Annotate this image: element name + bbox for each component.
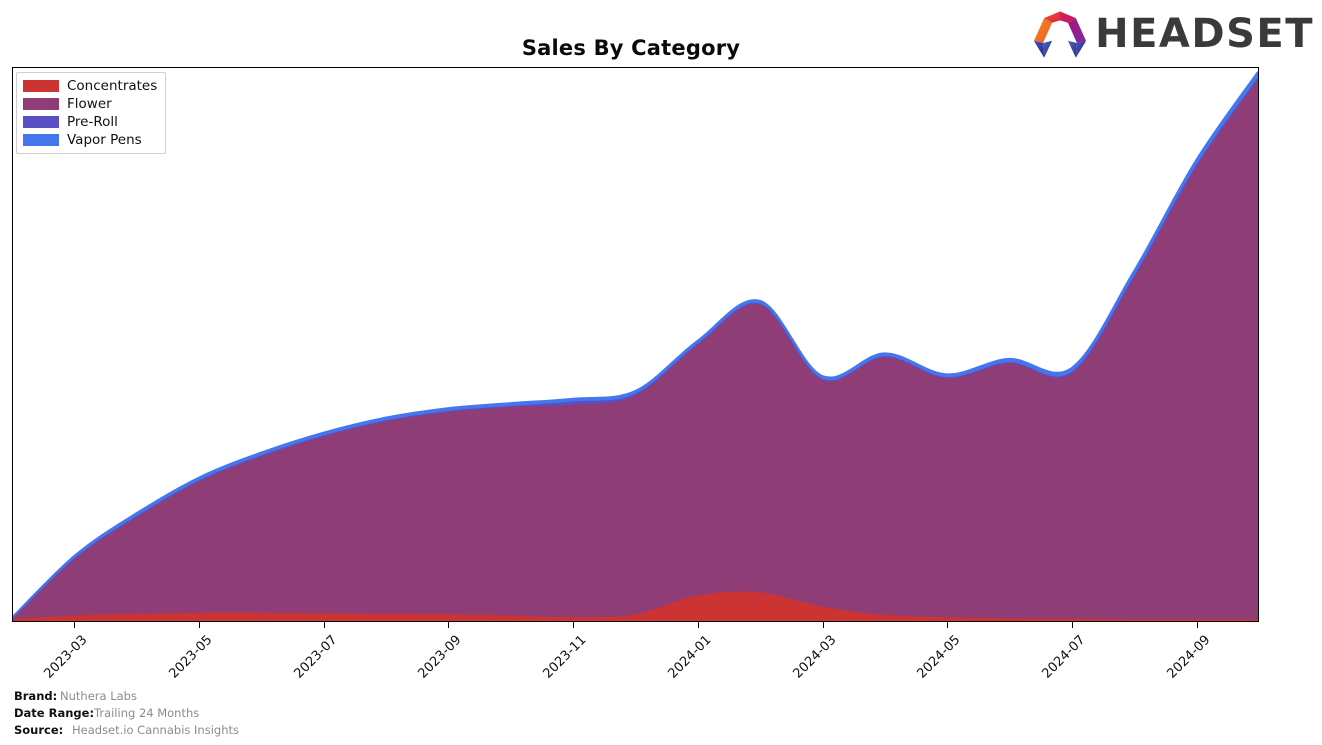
x-tick-label: 2024-05	[914, 632, 964, 682]
x-tick-label: 2023-03	[41, 632, 91, 682]
chart-footer: Brand: Nuthera Labs Date Range: Trailing…	[14, 688, 239, 739]
x-tick-label: 2024-09	[1164, 632, 1214, 682]
x-tick-label: 2024-03	[790, 632, 840, 682]
x-tick-label: 2023-09	[415, 632, 465, 682]
legend-item[interactable]: Pre-Roll	[23, 113, 157, 130]
x-axis: 2023-03 2023-05 2023-07 2023-09 2023-11 2024-…	[0, 622, 1322, 692]
x-tick-mark	[947, 622, 949, 628]
footer-row-source: Source: Headset.io Cannabis Insights	[14, 722, 239, 739]
footer-label-source: Source:	[14, 723, 64, 737]
footer-value-source: Headset.io Cannabis Insights	[72, 723, 239, 737]
footer-row-date-range: Date Range: Trailing 24 Months	[14, 705, 239, 722]
footer-label-brand: Brand:	[14, 689, 58, 703]
legend-item[interactable]: Vapor Pens	[23, 131, 157, 148]
footer-value-date-range: Trailing 24 Months	[94, 706, 200, 720]
footer-value-brand: Nuthera Labs	[60, 689, 137, 703]
x-tick-mark	[573, 622, 575, 628]
headset-wordmark: HEADSET	[1095, 11, 1314, 57]
x-tick-mark	[199, 622, 201, 628]
footer-row-brand: Brand: Nuthera Labs	[14, 688, 239, 705]
footer-label-date-range: Date Range:	[14, 706, 95, 720]
x-tick-mark	[1196, 622, 1198, 628]
legend-swatch-icon	[23, 133, 59, 146]
x-tick-label: 2024-07	[1039, 632, 1089, 682]
x-tick-mark	[74, 622, 76, 628]
legend-item-label: Concentrates	[67, 78, 158, 94]
x-tick-mark	[822, 622, 824, 628]
legend-item[interactable]: Concentrates	[23, 79, 157, 94]
x-tick-mark	[323, 622, 325, 628]
legend-item[interactable]: Flower	[23, 95, 157, 112]
area-series-flower	[13, 77, 1258, 620]
x-tick-label: 2023-11	[540, 632, 590, 682]
legend-item-label: Pre-Roll	[67, 113, 118, 130]
plot-area	[12, 67, 1259, 622]
headset-logo: HEADSET	[1031, 8, 1314, 60]
x-tick-label: 2023-07	[291, 632, 341, 682]
stacked-area-chart	[13, 68, 1258, 621]
headset-horseshoe-icon	[1034, 11, 1087, 58]
chart-legend: Concentrates Flower Pre-Roll Vapor Pens	[16, 72, 167, 155]
legend-swatch-icon	[23, 80, 59, 93]
x-tick-label: 2024-01	[665, 632, 715, 682]
x-tick-mark	[697, 622, 699, 628]
legend-swatch-icon	[23, 116, 59, 129]
x-tick-mark	[448, 622, 450, 628]
x-tick-label: 2023-05	[166, 632, 216, 682]
legend-item-label: Vapor Pens	[67, 131, 142, 148]
legend-swatch-icon	[23, 98, 59, 111]
chart-page: Sales By Category HEADSET Concentrates F…	[0, 0, 1322, 745]
legend-item-label: Flower	[67, 95, 112, 112]
x-tick-mark	[1071, 622, 1073, 628]
